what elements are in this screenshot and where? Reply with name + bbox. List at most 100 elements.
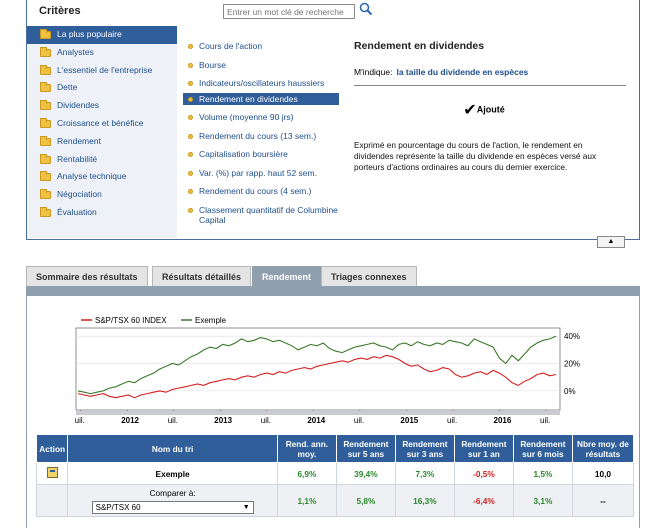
tab-resultats-detailles[interactable]: Résultats détaillés	[152, 266, 252, 286]
plot-area	[75, 327, 561, 411]
category-item-dette[interactable]: Dette	[27, 79, 177, 97]
cell-rend-ann: 1,1%	[276, 484, 337, 517]
x-tick-label: 2014	[307, 416, 325, 425]
search-icon[interactable]	[359, 2, 373, 16]
category-label: Dividendes	[57, 100, 100, 111]
cell-1an: -6,4%	[453, 484, 514, 517]
criteria-item-list: Cours de l'action Bourse Indicateurs/osc…	[183, 40, 339, 227]
criteria-item-label: Classement quantitatif de Columbine Capi…	[199, 204, 338, 226]
bullet-icon	[188, 207, 193, 213]
x-tick-label: 2015	[400, 416, 418, 425]
criteria-item-label: Capitalisation boursière	[199, 149, 288, 159]
category-item-analyse-technique[interactable]: Analyse technique	[27, 168, 177, 186]
col-header-3ans: Rendement sur 3 ans	[394, 434, 455, 463]
bullet-icon	[188, 96, 193, 102]
checkmark-icon: ✔	[463, 102, 477, 119]
criteria-item-label: Cours de l'action	[199, 41, 263, 51]
category-item-rentabilite[interactable]: Rentabilité	[27, 151, 177, 169]
legend-label-example: Exemple	[195, 316, 227, 325]
folder-icon	[40, 189, 51, 200]
category-item-la-plus-populaire[interactable]: La plus populaire	[27, 26, 177, 44]
added-label: Ajouté	[476, 104, 505, 115]
folder-icon	[40, 29, 51, 39]
x-tick-label: 2012	[121, 416, 139, 425]
category-label: Négociation	[57, 189, 102, 200]
x-tick-label: uil.	[540, 416, 550, 425]
detail-title: Rendement en dividendes	[354, 40, 485, 52]
category-label: L'essentiel de l'entreprise	[57, 64, 153, 75]
x-tick-label: uil.	[261, 416, 271, 425]
action-cell	[35, 462, 69, 485]
category-item-evaluation[interactable]: Évaluation	[27, 204, 177, 222]
category-label: Dette	[57, 82, 78, 93]
indique-link[interactable]: la taille du dividende en espèces	[396, 67, 528, 77]
bullet-icon	[188, 81, 193, 86]
cell-6mois: 3,1%	[512, 484, 573, 517]
folder-icon	[40, 82, 51, 93]
criteria-item[interactable]: Rendement du cours (13 sem.)	[183, 130, 339, 143]
category-item-analystes[interactable]: Analystes	[27, 44, 177, 62]
tab-rendement[interactable]: Rendement	[252, 266, 322, 286]
category-item-rendement[interactable]: Rendement	[27, 133, 177, 151]
folder-icon	[40, 100, 51, 111]
edit-icon[interactable]	[46, 467, 58, 478]
bullet-icon	[188, 152, 193, 157]
bullet-icon	[188, 170, 193, 176]
criteria-item-selected[interactable]: Rendement en dividendes	[183, 92, 339, 105]
row-name: Exemple	[67, 462, 278, 485]
criteria-item[interactable]: Indicateurs/oscillateurs haussiers	[183, 77, 339, 90]
compare-cell: Comparer à: S&P/TSX 60 ▼	[67, 484, 278, 517]
legend-label-index: S&P/TSX 60 INDEX	[95, 316, 167, 325]
criteria-item[interactable]: Bourse	[183, 59, 339, 72]
folder-icon	[40, 153, 51, 164]
criteria-item[interactable]: Var. (%) par rapp. haut 52 sem.	[183, 167, 339, 180]
search-input[interactable]	[223, 4, 355, 19]
compare-label: Comparer à:	[149, 487, 196, 498]
criteria-item[interactable]: Volume (moyenne 90 jrs)	[183, 111, 339, 124]
category-label: Évaluation	[57, 206, 97, 217]
collapse-button[interactable]: ▲	[597, 236, 625, 248]
category-item-essentiel[interactable]: L'essentiel de l'entreprise	[27, 62, 177, 80]
x-tick-label: uil.	[447, 416, 457, 425]
tab-triages-connexes[interactable]: Triages connexes	[321, 266, 417, 286]
range-scrollbar[interactable]	[76, 411, 560, 415]
folder-icon	[40, 117, 51, 128]
y-tick-label: 40%	[564, 332, 580, 341]
indique-label: M'indique:	[354, 67, 393, 77]
criteria-detail: Rendement en dividendes M'indique: la tai…	[354, 40, 626, 173]
criteria-item-label: Var. (%) par rapp. haut 52 sem.	[199, 167, 317, 178]
criteria-item[interactable]: Cours de l'action	[183, 40, 339, 53]
col-header-rend-ann: Rend. ann. moy.	[276, 434, 337, 463]
category-item-dividendes[interactable]: Dividendes	[27, 97, 177, 115]
performance-chart: S&P/TSX 60 INDEX Exemple 40% 20% 0% uil. 20…	[75, 316, 580, 425]
criteria-item-label: Volume (moyenne 90 jrs)	[199, 112, 294, 122]
criteria-title: Critères	[39, 5, 81, 17]
table-row-compare: Comparer à: S&P/TSX 60 ▼ 1,1% 5,8% 16,3% …	[35, 484, 635, 517]
tab-sommaire[interactable]: Sommaire des résultats	[26, 266, 148, 286]
folder-icon	[40, 46, 51, 57]
divider	[354, 85, 626, 86]
compare-select-value: S&P/TSX 60	[95, 502, 141, 512]
results-table: Action Nom du tri Rend. ann. moy. Rendem…	[35, 434, 635, 517]
x-tick-label: uil.	[354, 416, 364, 425]
chart-legend: S&P/TSX 60 INDEX Exemple	[81, 316, 227, 325]
folder-icon	[40, 64, 51, 75]
criteria-item[interactable]: Rendement du cours (4 sem.)	[183, 185, 339, 198]
criteria-panel: Critères La plus populaire Analystes L'e…	[26, 0, 640, 240]
bullet-icon	[188, 44, 193, 49]
cell-1an: -0,5%	[453, 462, 514, 485]
cell-6mois: 1,5%	[512, 462, 573, 485]
cell-3ans: 7,3%	[394, 462, 455, 485]
category-item-negociation[interactable]: Négociation	[27, 186, 177, 204]
y-tick-label: 20%	[564, 360, 580, 369]
criteria-item[interactable]: Classement quantitatif de Columbine Capi…	[183, 204, 339, 227]
compare-select[interactable]: S&P/TSX 60 ▼	[91, 500, 254, 514]
x-tick-label: uil.	[168, 416, 178, 425]
criteria-item-label: Rendement du cours (13 sem.)	[199, 130, 317, 141]
criteria-item-label: Rendement en dividendes	[199, 93, 298, 104]
col-header-6mois: Rendement sur 6 mois	[512, 434, 573, 463]
category-item-croissance[interactable]: Croissance et bénéfice	[27, 115, 177, 133]
criteria-item[interactable]: Capitalisation boursière	[183, 148, 339, 161]
col-header-nom: Nom du tri	[67, 434, 278, 463]
category-label: Analystes	[57, 46, 94, 57]
